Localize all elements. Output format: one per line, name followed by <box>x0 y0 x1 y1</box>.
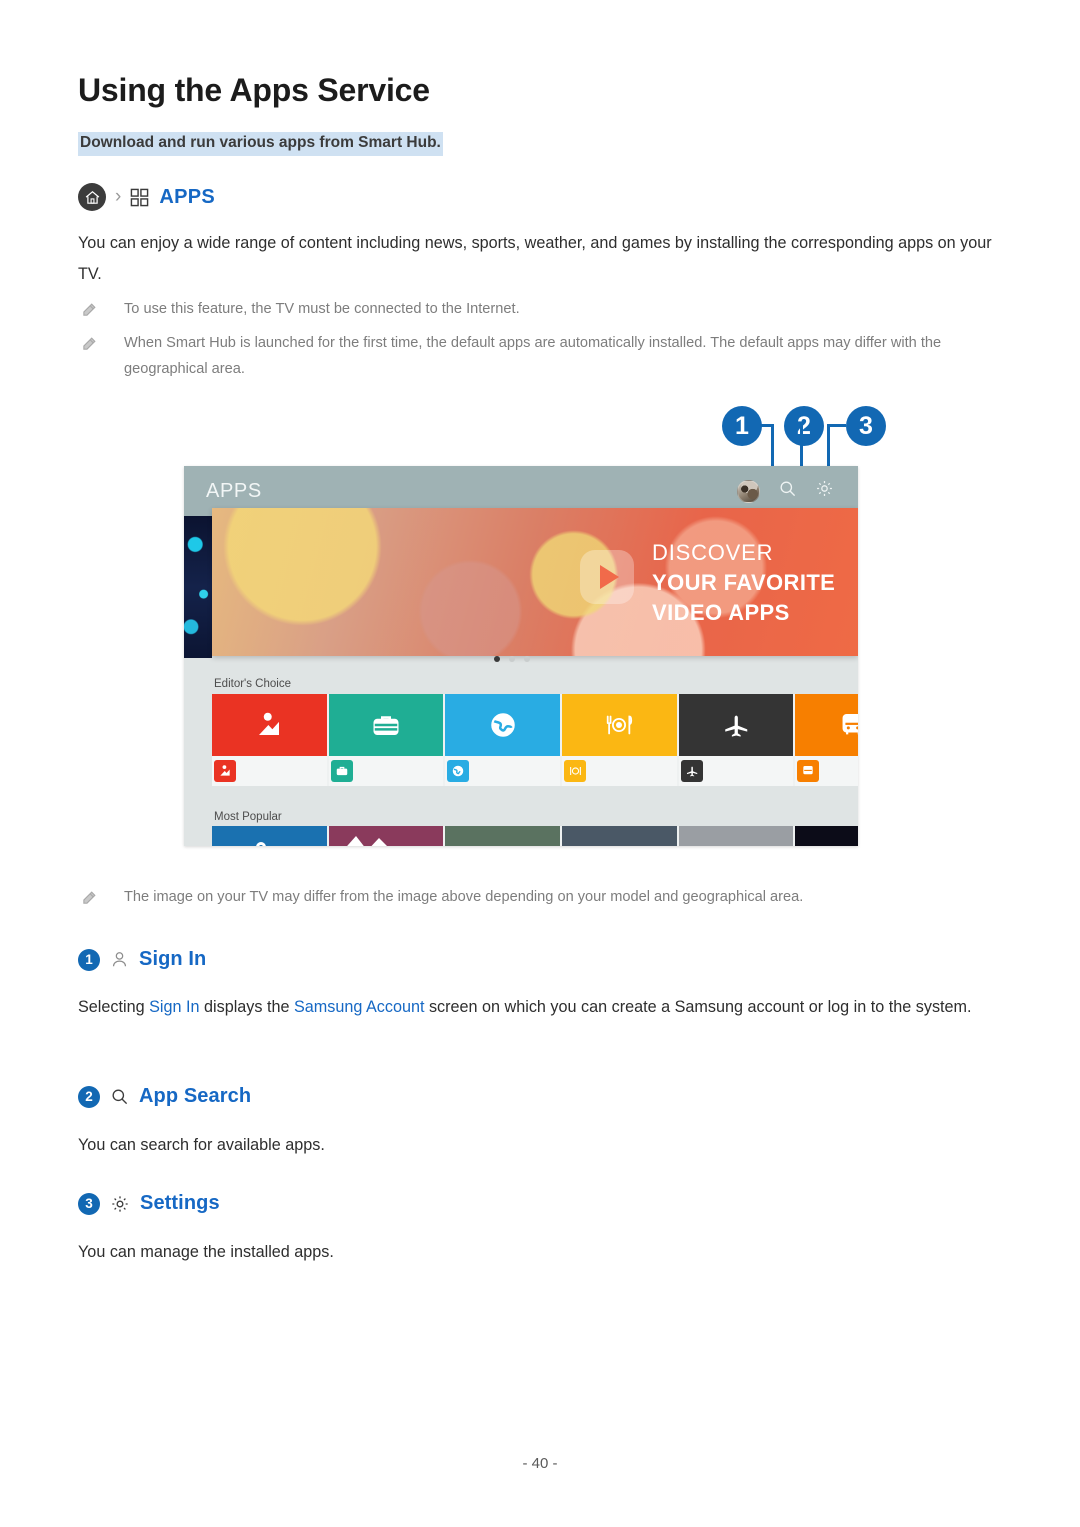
note-item: The image on your TV may differ from the… <box>82 884 992 914</box>
tv-screenshot-image: APPS DISCOVER YOUR FAVORITE VIDEO APPS E… <box>184 466 858 846</box>
most-popular-tiles <box>212 826 858 846</box>
promo-banner[interactable]: DISCOVER YOUR FAVORITE VIDEO APPS <box>212 508 858 656</box>
bus-icon <box>797 760 820 782</box>
app-tile[interactable] <box>445 694 563 756</box>
most-popular-label: Most Popular <box>214 811 282 823</box>
callout-bubble-1: 1 <box>722 406 762 446</box>
breadcrumb-label-apps[interactable]: APPS <box>159 186 215 209</box>
breadcrumb: › APPS <box>78 182 215 212</box>
pencil-icon <box>82 884 124 914</box>
callout-bubble-3: 3 <box>846 406 886 446</box>
popular-tile[interactable] <box>445 826 563 846</box>
gear-icon[interactable] <box>815 479 834 503</box>
section-number-badge: 3 <box>78 1192 100 1215</box>
search-icon <box>110 1087 129 1106</box>
carousel-dot[interactable] <box>509 656 515 662</box>
person-icon <box>110 950 129 969</box>
carousel-dots[interactable] <box>494 656 530 662</box>
popular-tile[interactable] <box>562 826 679 846</box>
app-mini-cell[interactable] <box>795 756 858 786</box>
chevron-right-icon: › <box>115 185 122 207</box>
tv-background-sliver <box>184 516 212 658</box>
mountains-icon <box>334 834 404 846</box>
note-text: To use this feature, the TV must be conn… <box>124 301 520 317</box>
map-person-icon <box>214 760 236 782</box>
tv-apps-title: APPS <box>206 479 262 502</box>
section-body-app-search: You can search for available apps. <box>78 1136 325 1154</box>
document-page: Using the Apps Service Download and run … <box>0 0 1080 1527</box>
gear-orange-icon <box>244 834 270 846</box>
section-number-badge: 2 <box>78 1085 100 1108</box>
app-mini-cell[interactable] <box>329 756 446 786</box>
popular-tile[interactable] <box>795 826 858 846</box>
editors-choice-tiles <box>212 694 858 756</box>
app-tile[interactable] <box>795 694 858 756</box>
page-number: - 40 - <box>522 1455 558 1472</box>
app-name-row <box>212 756 858 786</box>
section-title: Sign In <box>139 948 207 970</box>
play-icon <box>580 550 634 604</box>
popular-tile[interactable] <box>678 826 796 846</box>
section-heading-settings: 3 Settings <box>78 1192 220 1215</box>
banner-line-1: DISCOVER <box>652 540 774 565</box>
globe-icon <box>447 760 470 782</box>
banner-line-3: VIDEO APPS <box>652 600 790 625</box>
apps-grid-icon <box>130 188 149 207</box>
app-mini-cell[interactable] <box>212 756 329 786</box>
note-text: The image on your TV may differ from the… <box>124 889 804 905</box>
app-mini-cell[interactable] <box>445 756 563 786</box>
banner-line-2: YOUR FAVORITE <box>652 570 836 595</box>
page-subtitle: Download and run various apps from Smart… <box>78 132 443 156</box>
section-heading-app-search: 2 App Search <box>78 1085 251 1108</box>
note-item: To use this feature, the TV must be conn… <box>82 296 982 326</box>
body-text-before: Selecting <box>78 998 150 1016</box>
search-icon[interactable] <box>778 479 797 503</box>
briefcase-icon <box>330 760 353 782</box>
app-tile[interactable] <box>562 694 679 756</box>
dining-icon <box>564 760 587 782</box>
popular-tile[interactable] <box>212 826 329 846</box>
carousel-dot[interactable] <box>524 656 530 662</box>
app-mini-cell[interactable] <box>562 756 679 786</box>
carousel-dot[interactable] <box>494 656 500 662</box>
section-title: App Search <box>139 1085 252 1107</box>
app-mini-cell[interactable] <box>679 756 796 786</box>
app-tile[interactable] <box>328 694 446 756</box>
user-avatar[interactable] <box>737 479 760 503</box>
section-title: Settings <box>140 1192 220 1214</box>
app-tile[interactable] <box>678 694 796 756</box>
editors-choice-label: Editor's Choice <box>214 678 291 690</box>
keyword-samsung-account[interactable]: Samsung Account <box>294 998 424 1016</box>
app-tile[interactable] <box>212 694 329 756</box>
section-number-badge: 1 <box>78 948 100 971</box>
body-text-after: screen on which you can create a Samsung… <box>424 998 972 1016</box>
keyword-sign-in[interactable]: Sign In <box>149 998 199 1016</box>
callout-bubble-2: 2 <box>784 406 824 446</box>
section-heading-sign-in: 1 Sign In <box>78 948 206 971</box>
airplane-icon <box>680 760 703 782</box>
page-title: Using the Apps Service <box>78 72 430 108</box>
intro-paragraph: You can enjoy a wide range of content in… <box>78 234 992 283</box>
gear-icon <box>110 1194 130 1214</box>
section-body-settings: You can manage the installed apps. <box>78 1243 334 1261</box>
banner-text: DISCOVER YOUR FAVORITE VIDEO APPS <box>652 538 835 628</box>
home-icon <box>78 183 106 211</box>
body-text-mid: displays the <box>199 998 294 1016</box>
section-body-sign-in: Selecting Sign In displays the Samsung A… <box>78 992 996 1023</box>
pencil-icon <box>82 296 124 326</box>
note-item: When Smart Hub is launched for the first… <box>82 330 992 382</box>
pencil-icon <box>82 330 124 382</box>
tv-top-icons <box>737 479 834 503</box>
note-text: When Smart Hub is launched for the first… <box>124 335 942 377</box>
